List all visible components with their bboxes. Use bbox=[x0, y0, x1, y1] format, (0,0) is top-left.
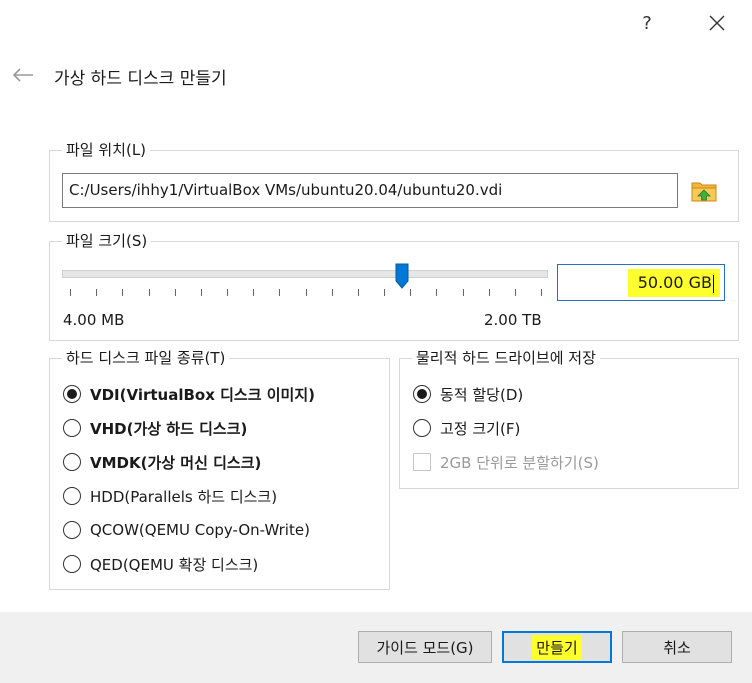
disk-type-vdi[interactable]: VDI(VirtualBox 디스크 이미지) bbox=[63, 382, 315, 406]
slider-tick bbox=[514, 289, 516, 296]
radio-icon bbox=[63, 419, 81, 437]
checkbox-icon bbox=[413, 453, 431, 471]
slider-tick bbox=[227, 289, 228, 296]
browse-folder-button[interactable] bbox=[688, 176, 720, 206]
disk-type-vhd[interactable]: VHD(가상 하드 디스크) bbox=[63, 416, 247, 440]
radio-icon bbox=[63, 453, 81, 471]
file-location-label: 파일 위치(L) bbox=[62, 141, 151, 159]
slider-tick bbox=[122, 289, 124, 296]
slider-tick bbox=[436, 289, 438, 296]
storage-label: 물리적 하드 드라이브에 저장 bbox=[412, 349, 600, 367]
page-title: 가상 하드 디스크 만들기 bbox=[54, 69, 227, 89]
slider-tick bbox=[148, 289, 150, 296]
file-size-label: 파일 크기(S) bbox=[62, 232, 152, 250]
slider-tick bbox=[488, 289, 490, 296]
split-2gb-checkbox[interactable]: 2GB 단위로 분할하기(S) bbox=[413, 450, 599, 474]
slider-tick bbox=[331, 289, 333, 296]
min-size-label: 4.00 MB bbox=[63, 311, 125, 329]
slider-tick bbox=[305, 289, 307, 296]
cancel-button[interactable]: 취소 bbox=[622, 631, 732, 663]
disk-type-option-label: QED(QEMU 확장 디스크) bbox=[90, 555, 259, 574]
storage-option-label: 고정 크기(F) bbox=[440, 419, 521, 438]
slider-tick bbox=[462, 289, 464, 296]
disk-type-qcow[interactable]: QCOW(QEMU Copy-On-Write) bbox=[63, 518, 310, 542]
radio-icon bbox=[413, 419, 431, 437]
disk-type-option-label: VHD(가상 하드 디스크) bbox=[90, 419, 248, 438]
storage-dynamic[interactable]: 동적 할당(D) bbox=[413, 382, 523, 406]
file-size-slider-track[interactable] bbox=[62, 270, 548, 278]
radio-icon bbox=[63, 487, 81, 505]
disk-type-vmdk[interactable]: VMDK(가상 머신 디스크) bbox=[63, 450, 261, 474]
slider-tick bbox=[279, 289, 281, 296]
file-path-input[interactable]: C:/Users/ihhy1/VirtualBox VMs/ubuntu20.0… bbox=[62, 173, 678, 208]
create-label: 만들기 bbox=[532, 634, 582, 660]
disk-type-label: 하드 디스크 파일 종류(T) bbox=[62, 349, 230, 367]
split-2gb-label: 2GB 단위로 분할하기(S) bbox=[440, 453, 599, 472]
create-button[interactable]: 만들기 bbox=[502, 631, 612, 663]
slider-tick bbox=[410, 289, 412, 296]
back-button[interactable] bbox=[6, 60, 40, 90]
guided-mode-button[interactable]: 가이드 모드(G) bbox=[358, 631, 492, 663]
radio-icon bbox=[63, 555, 81, 573]
disk-type-option-label: VDI(VirtualBox 디스크 이미지) bbox=[90, 385, 316, 404]
slider-tick bbox=[357, 289, 359, 296]
file-size-input[interactable]: 50.00 GB bbox=[557, 264, 725, 301]
slider-tick bbox=[253, 289, 255, 296]
folder-icon bbox=[691, 182, 717, 202]
guided-mode-label: 가이드 모드(G) bbox=[376, 638, 474, 657]
max-size-label: 2.00 TB bbox=[484, 311, 542, 329]
storage-fixed[interactable]: 고정 크기(F) bbox=[413, 416, 520, 440]
disk-type-hdd[interactable]: HDD(Parallels 하드 디스크) bbox=[63, 484, 277, 508]
radio-icon bbox=[63, 521, 81, 539]
slider-tick bbox=[384, 289, 385, 296]
file-size-value: 50.00 GB bbox=[637, 273, 712, 292]
disk-type-option-label: HDD(Parallels 하드 디스크) bbox=[90, 487, 278, 506]
disk-type-option-label: QCOW(QEMU Copy-On-Write) bbox=[90, 521, 310, 539]
slider-tick bbox=[200, 289, 202, 296]
close-icon bbox=[709, 15, 725, 31]
disk-type-qed[interactable]: QED(QEMU 확장 디스크) bbox=[63, 552, 258, 576]
radio-icon bbox=[63, 385, 81, 403]
cancel-label: 취소 bbox=[663, 638, 691, 657]
help-button[interactable]: ? bbox=[632, 8, 662, 38]
slider-tick bbox=[174, 289, 176, 296]
slider-tick bbox=[70, 289, 71, 296]
slider-tick bbox=[96, 289, 98, 296]
arrow-left-icon bbox=[12, 68, 33, 82]
storage-option-label: 동적 할당(D) bbox=[440, 385, 524, 404]
slider-tick bbox=[541, 289, 542, 296]
file-size-slider-thumb[interactable] bbox=[395, 263, 409, 289]
close-button[interactable] bbox=[700, 8, 734, 38]
disk-type-option-label: VMDK(가상 머신 디스크) bbox=[90, 453, 262, 472]
radio-icon bbox=[413, 385, 431, 403]
